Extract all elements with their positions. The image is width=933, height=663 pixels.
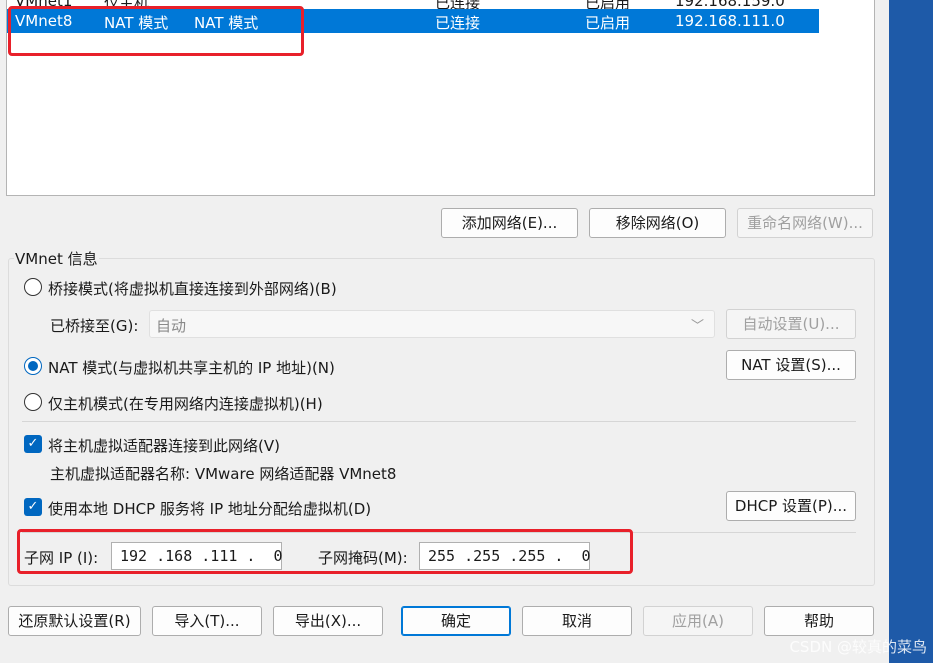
virtual-network-editor-dialog: VMnet1 仅主机... 已连接 已启用 192.168.159.0 VMne…: [0, 0, 889, 663]
help-button[interactable]: 帮助: [764, 606, 874, 636]
ok-button[interactable]: 确定: [401, 606, 511, 636]
rename-network-button[interactable]: 重命名网络(W)...: [737, 208, 873, 238]
annotation-highlight-subnet: [17, 529, 633, 574]
remove-network-button[interactable]: 移除网络(O): [589, 208, 726, 238]
connect-adapter-checkbox[interactable]: ✓: [24, 435, 42, 453]
row-subnet: 192.168.111.0: [675, 12, 785, 30]
import-button[interactable]: 导入(T)...: [152, 606, 262, 636]
export-button[interactable]: 导出(X)...: [273, 606, 383, 636]
watermark: CSDN @较真的菜鸟: [789, 638, 927, 656]
bridged-to-value: 自动: [156, 317, 187, 335]
bridged-to-select[interactable]: 自动 ﹀: [149, 310, 715, 338]
adapter-name-text: 主机虚拟适配器名称: VMware 网络适配器 VMnet8: [50, 465, 397, 483]
chevron-down-icon: ﹀: [690, 319, 704, 334]
row-dhcp: 已启用: [585, 14, 631, 32]
apply-button[interactable]: 应用(A): [643, 606, 753, 636]
connect-adapter-label: 将主机虚拟适配器连接到此网络(V): [48, 437, 280, 455]
auto-settings-button[interactable]: 自动设置(U)...: [726, 309, 856, 339]
nat-mode-label: NAT 模式(与虚拟机共享主机的 IP 地址)(N): [48, 359, 335, 377]
dhcp-checkbox[interactable]: ✓: [24, 498, 42, 516]
restore-defaults-button[interactable]: 还原默认设置(R): [8, 606, 141, 636]
add-network-button[interactable]: 添加网络(E)...: [441, 208, 578, 238]
cancel-button[interactable]: 取消: [522, 606, 632, 636]
dhcp-label: 使用本地 DHCP 服务将 IP 地址分配给虚拟机(D): [48, 500, 372, 518]
separator: [22, 421, 856, 422]
annotation-highlight-vmnet8: [8, 6, 304, 56]
host-only-mode-label: 仅主机模式(在专用网络内连接虚拟机)(H): [48, 395, 323, 413]
bridged-mode-label: 桥接模式(将虚拟机直接连接到外部网络)(B): [48, 280, 337, 298]
bridged-to-label: 已桥接至(G):: [50, 317, 139, 335]
bridged-mode-radio[interactable]: [24, 278, 42, 296]
nat-mode-radio[interactable]: [24, 357, 42, 375]
host-only-mode-radio[interactable]: [24, 393, 42, 411]
nat-settings-button[interactable]: NAT 设置(S)...: [726, 350, 856, 380]
dhcp-settings-button[interactable]: DHCP 设置(P)...: [726, 491, 856, 521]
vmnet-info-title: VMnet 信息: [14, 248, 99, 269]
row-host-connection: 已连接: [435, 14, 481, 32]
